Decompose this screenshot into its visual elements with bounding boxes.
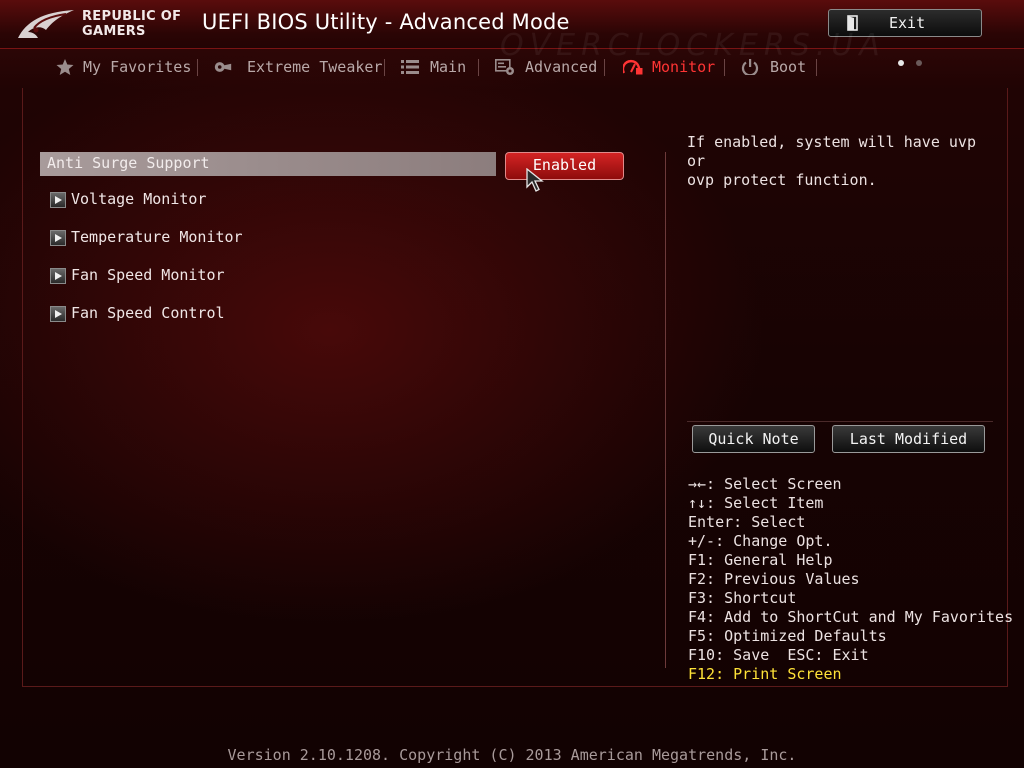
tab-label: Boot [770,58,807,76]
anti-surge-value-button[interactable]: Enabled [505,152,624,180]
tab-divider [384,59,385,76]
tab-divider [604,59,605,76]
tab-divider [816,59,817,76]
key-hint: ↑↓: Select Item [688,494,824,512]
submenu-arrow-icon [50,306,66,322]
page-dot[interactable] [916,60,922,66]
submenu-label: Fan Speed Control [71,304,225,322]
submenu-arrow-icon [50,230,66,246]
last-modified-button[interactable]: Last Modified [832,425,985,453]
list-icon [401,60,419,74]
tab-divider [478,59,479,76]
key-legend: →←: Select Screen ↑↓: Select Item Enter:… [688,475,1013,684]
help-line: ovp protect function. [687,171,877,189]
submenu-arrow-icon [50,268,66,284]
tab-label: Extreme Tweaker [247,58,383,76]
submenu-label: Voltage Monitor [71,190,207,208]
key-hint: F5: Optimized Defaults [688,627,887,645]
key-hint: +/-: Change Opt. [688,532,833,550]
key-hint: F3: Shortcut [688,589,797,607]
rog-logo-text: REPUBLIC OF GAMERS [82,9,198,39]
submenu-label: Temperature Monitor [71,228,243,246]
key-hint: F10: Save ESC: Exit [688,646,869,664]
mouse-cursor-icon [526,168,544,192]
tweaker-icon [214,62,232,72]
anti-surge-label: Anti Surge Support [47,154,210,172]
key-hint: Enter: Select [688,513,806,531]
key-hint: F1: General Help [688,551,833,569]
key-hint: →←: Select Screen [688,475,842,493]
submenu-arrow-icon [50,192,66,208]
tab-label: My Favorites [83,58,192,76]
tab-divider [724,59,725,76]
submenu-label: Fan Speed Monitor [71,266,225,284]
panel-divider [665,152,666,668]
help-line: If enabled, system will have uvp or [687,133,976,170]
tab-label: Advanced [525,58,598,76]
advanced-icon [495,59,514,75]
logo-line-2: GAMERS [82,24,146,39]
power-icon [741,59,759,75]
page-dot-active[interactable] [898,60,904,66]
tab-divider [197,59,198,76]
rog-logo-icon [18,10,74,38]
logo-line-1: REPUBLIC OF [82,9,182,24]
tab-label: Main [430,58,467,76]
key-hint-print-screen: F12: Print Screen [688,665,842,683]
key-hint: F4: Add to ShortCut and My Favorites [688,608,1014,626]
quick-note-button[interactable]: Quick Note [692,425,815,453]
help-divider [687,421,993,422]
key-hint: F2: Previous Values [688,570,860,588]
tab-label: Monitor [652,58,716,76]
version-footer: Version 2.10.1208. Copyright (C) 2013 Am… [227,746,797,764]
help-description: If enabled, system will have uvp or ovp … [687,133,987,190]
star-icon [56,59,74,75]
monitor-icon [623,60,643,75]
